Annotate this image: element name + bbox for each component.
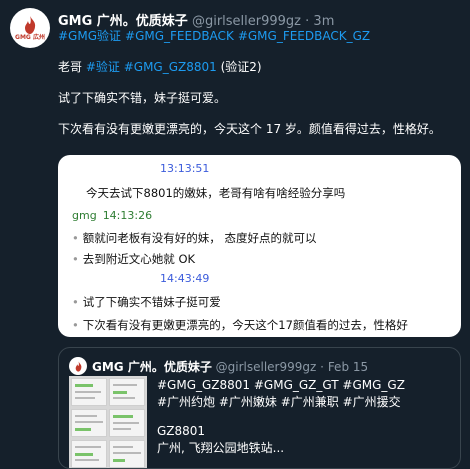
avatar[interactable]: GMG 広州 xyxy=(10,8,50,48)
quoted-author-name: GMG 广州。优质妹子 xyxy=(92,360,212,374)
quoted-tweet[interactable]: GMG 广州。优质妹子 @girlseller999gz · Feb 15 #G… xyxy=(58,347,461,469)
hashtag-link[interactable]: #验证 xyxy=(86,60,120,74)
chat-timestamp: 13:13:51 xyxy=(160,162,210,175)
chat-message: • 试了下确实不错妹子挺可爱 xyxy=(72,294,221,310)
tweet-line-2: 试了下确实不错，妹子挺可爱。 xyxy=(58,91,227,105)
chat-message: • 下次看有没有更嫩更漂亮的，今天这个17颜值看的过去，性格好 xyxy=(72,317,408,333)
quoted-handle: @girlseller999gz xyxy=(215,360,317,374)
bullet: • xyxy=(72,252,79,266)
quoted-avatar[interactable] xyxy=(69,357,87,375)
chat-timestamp: 14:43:49 xyxy=(160,272,210,285)
chat-sender-name: gmg xyxy=(72,209,97,222)
thumbnail-tile xyxy=(71,378,107,406)
tweet-line-3: 下次看有没有更嫩更漂亮的，今天这个 17 岁。颜值看得过去，性格好。 xyxy=(58,122,441,136)
line1-suffix: (验证2) xyxy=(216,60,262,74)
thumbnail-tile xyxy=(109,440,145,468)
flame-logo-icon xyxy=(75,360,81,372)
flame-logo-icon xyxy=(25,15,36,34)
quoted-time: Feb 15 xyxy=(327,360,369,374)
quoted-hashtags-line: #广州约炮 #广州嫩妹 #广州兼职 #广州援交 xyxy=(157,395,401,409)
quoted-text-line: 广州, 飞翔公园地铁站... xyxy=(157,441,285,455)
bullet: • xyxy=(72,231,79,245)
chat-message: 今天去试下8801的嫩妹，老哥有啥有啥经验分享吗 xyxy=(86,186,346,200)
hashtag-link[interactable]: #GMG_FEEDBACK xyxy=(125,29,234,43)
hashtag-link[interactable]: #GMG验证 xyxy=(58,29,121,43)
quoted-hashtags-line: #GMG_GZ8801 #GMG_GZ_GT #GMG_GZ xyxy=(157,378,405,392)
chat-message: • 去到附近文心她就 OK xyxy=(72,251,195,267)
separator-dot: · xyxy=(320,360,324,374)
thumbnail-tile xyxy=(109,409,145,437)
bullet: • xyxy=(72,295,79,309)
chat-message-text: 去到附近文心她就 OK xyxy=(82,252,196,266)
chat-message: • 额就问老板有没有好的妹， 态度好点的就可以 xyxy=(72,230,316,246)
quoted-text-line: GZ8801 xyxy=(157,424,206,438)
quoted-thumbnail-image xyxy=(69,376,147,468)
chat-message-text: 额就问老板有没有好的妹， 态度好点的就可以 xyxy=(82,231,317,245)
thumbnail-tile xyxy=(109,378,145,406)
chat-screenshot-image[interactable]: 13:13:51 今天去试下8801的嫩妹，老哥有啥有啥经验分享吗 gmg 14:… xyxy=(58,155,461,337)
quoted-header: GMG 广州。优质妹子 @girlseller999gz · Feb 15 xyxy=(92,358,368,375)
thumbnail-tile xyxy=(71,409,107,437)
chat-sender: gmg 14:13:26 xyxy=(72,209,152,222)
hashtag-link[interactable]: #GMG_GZ8801 xyxy=(124,60,217,74)
line1-prefix: 老哥 xyxy=(58,60,86,74)
chat-message-text: 试了下确实不错妹子挺可爱 xyxy=(82,295,221,309)
tweet-line-1: 老哥 #验证 #GMG_GZ8801 (验证2) xyxy=(58,58,262,75)
thumbnail-tile xyxy=(71,440,107,468)
chat-sender-time: 14:13:26 xyxy=(102,209,153,222)
hashtag-link[interactable]: #GMG_FEEDBACK_GZ xyxy=(238,29,370,43)
chat-message-text: 下次看有没有更嫩更漂亮的，今天这个17颜值看的过去，性格好 xyxy=(82,318,408,332)
bullet: • xyxy=(72,318,79,332)
avatar-logo-text: GMG 広州 xyxy=(15,33,45,41)
hashtag-line: #GMG验证 #GMG_FEEDBACK #GMG_FEEDBACK_GZ xyxy=(58,27,374,44)
